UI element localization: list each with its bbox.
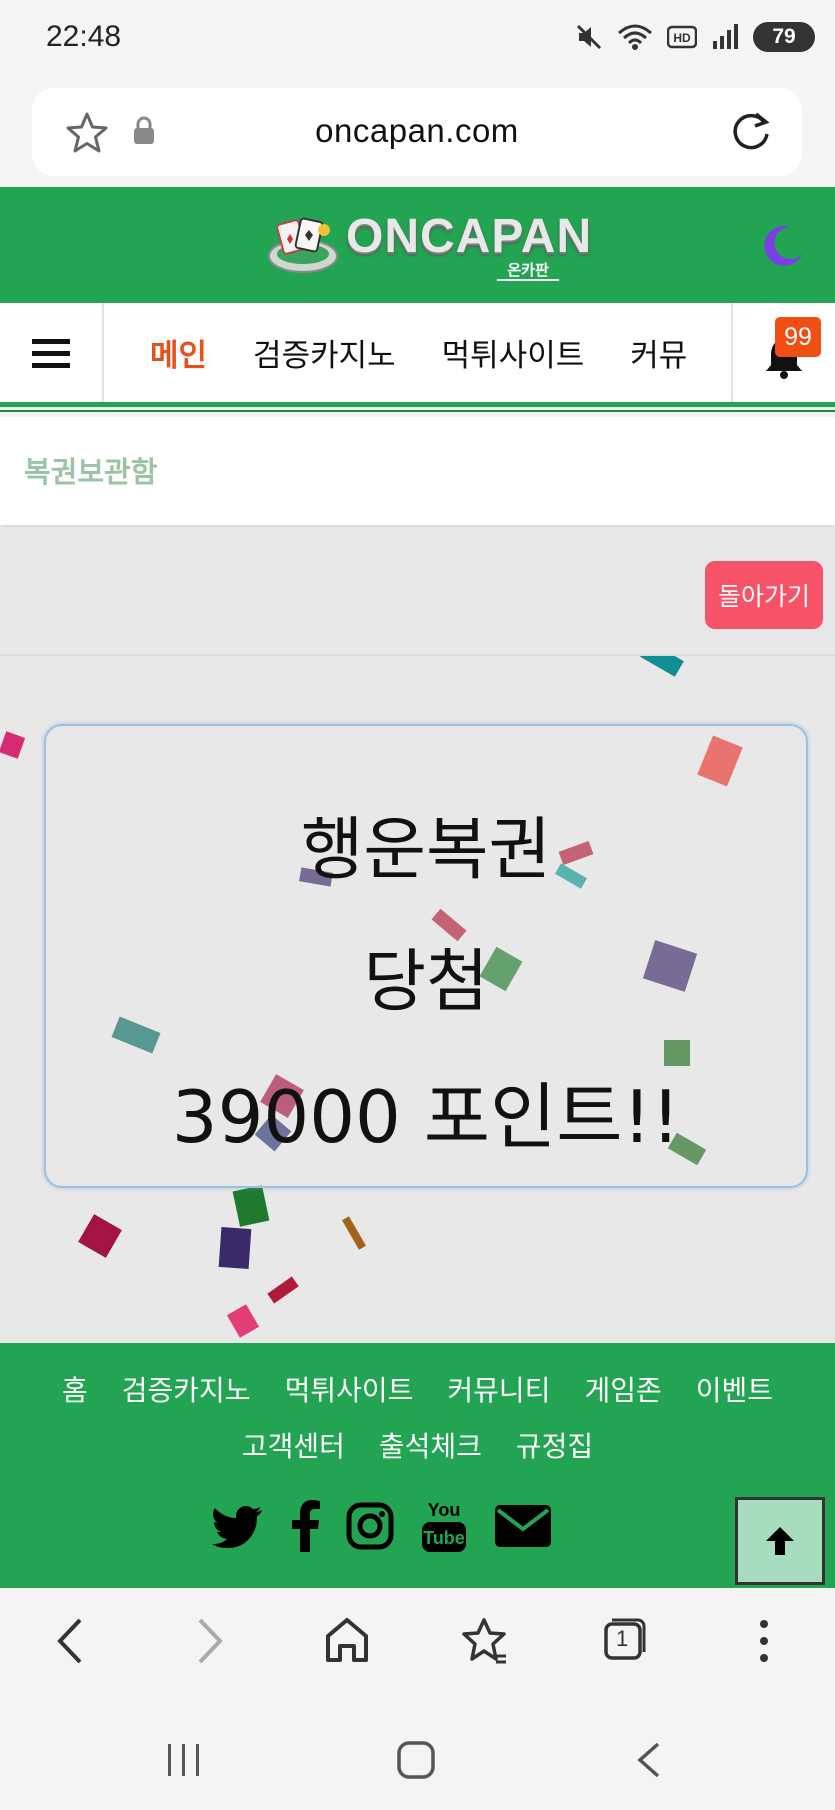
footer-links-row2: 고객센터 출석체크 규정집 (0, 1425, 835, 1465)
home-button-icon[interactable] (396, 1740, 436, 1780)
facebook-icon[interactable] (290, 1500, 320, 1552)
mute-icon (576, 24, 602, 50)
scroll-to-top-button[interactable] (735, 1497, 825, 1585)
twitter-icon[interactable] (212, 1504, 264, 1548)
svg-text:You: You (428, 1500, 461, 1520)
nav-bar: 메인 검증카지노 먹튀사이트 커뮤 99 (0, 303, 835, 412)
result-points: 39000 포인트!! (171, 1075, 681, 1159)
bookmarks-star-icon[interactable] (460, 1616, 510, 1666)
forward-arrow-icon[interactable] (190, 1616, 230, 1666)
back-arrow-icon[interactable] (50, 1616, 90, 1666)
nav-item-scam-sites[interactable]: 먹튀사이트 (442, 330, 585, 375)
logo-emblem-icon (266, 216, 340, 278)
footer-links-row1: 홈 검증카지노 먹튀사이트 커뮤니티 게임존 이벤트 (0, 1369, 835, 1409)
svg-text:Tube: Tube (423, 1528, 465, 1548)
social-links: You Tube (212, 1498, 552, 1554)
nav-item-main[interactable]: 메인 (150, 330, 207, 375)
notification-badge: 99 (775, 317, 821, 357)
site-logo[interactable]: ONCAPAN 온카판 (266, 207, 591, 287)
signal-icon (713, 24, 738, 49)
reload-icon[interactable] (728, 108, 774, 154)
email-icon[interactable] (494, 1504, 552, 1548)
home-icon[interactable] (324, 1616, 370, 1666)
result-title: 행운복권 (300, 811, 552, 890)
lottery-result-card: 행운복권 당첨 39000 포인트!! (44, 724, 808, 1188)
address-bar[interactable]: oncapan.com (32, 88, 802, 176)
logo-subtext: 온카판 (497, 261, 559, 281)
back-button[interactable]: 돌아가기 (705, 561, 823, 629)
browser-toolbar: 1 (0, 1588, 835, 1700)
wifi-icon (618, 24, 652, 50)
battery-icon: 79 (753, 22, 815, 52)
page-title-bar: 복권보관함 (0, 417, 835, 525)
page-title: 복권보관함 (24, 455, 158, 489)
nav-item-verified-casino[interactable]: 검증카지노 (253, 330, 396, 375)
system-back-icon[interactable] (634, 1740, 664, 1780)
footer-link-scam-sites[interactable]: 먹튀사이트 (285, 1369, 414, 1409)
site-header: ONCAPAN 온카판 (0, 187, 835, 303)
tab-count: 1 (616, 1626, 629, 1651)
hd-icon: HD (667, 25, 697, 49)
instagram-icon[interactable] (346, 1502, 394, 1550)
nav-items: 메인 검증카지노 먹튀사이트 커뮤 (104, 303, 731, 402)
system-navigation-bar (0, 1700, 835, 1810)
footer-link-events[interactable]: 이벤트 (696, 1369, 773, 1409)
status-time: 22:48 (46, 20, 122, 53)
youtube-icon[interactable]: You Tube (420, 1498, 468, 1554)
dark-mode-moon-icon[interactable] (761, 223, 805, 267)
footer-link-verified-casino[interactable]: 검증카지노 (122, 1369, 251, 1409)
footer-link-home[interactable]: 홈 (62, 1369, 88, 1409)
logo-text: ONCAPAN (346, 210, 593, 263)
footer-link-game-zone[interactable]: 게임존 (584, 1369, 661, 1409)
notification-button[interactable]: 99 (731, 303, 835, 402)
status-bar: 22:48 HD 79 (0, 0, 835, 78)
address-url[interactable]: oncapan.com (32, 112, 802, 150)
recent-apps-icon[interactable] (164, 1740, 204, 1780)
footer-link-customer-center[interactable]: 고객센터 (242, 1425, 345, 1465)
footer-link-attendance[interactable]: 출석체크 (379, 1425, 482, 1465)
footer-link-community[interactable]: 커뮤니티 (447, 1369, 550, 1409)
hamburger-menu-button[interactable] (0, 303, 104, 402)
more-options-icon[interactable] (754, 1616, 774, 1666)
status-icons: HD 79 (575, 22, 815, 52)
nav-item-community[interactable]: 커뮤 (630, 330, 687, 375)
arrow-up-icon (766, 1527, 794, 1555)
hamburger-icon (32, 338, 70, 368)
svg-text:HD: HD (673, 31, 691, 45)
result-status: 당첨 (363, 943, 489, 1022)
tabs-button[interactable]: 1 (602, 1616, 648, 1662)
site-footer: 홈 검증카지노 먹튀사이트 커뮤니티 게임존 이벤트 고객센터 출석체크 규정집… (0, 1343, 835, 1588)
footer-link-rules[interactable]: 규정집 (516, 1425, 593, 1465)
